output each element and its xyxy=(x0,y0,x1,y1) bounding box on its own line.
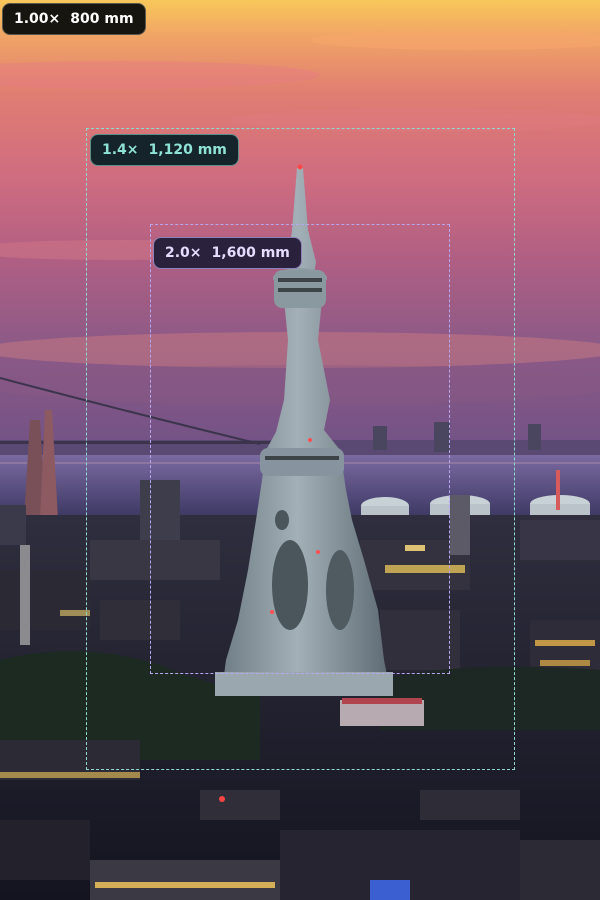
zoom-factor-label: 2.0× xyxy=(165,245,202,261)
photo-stage: 1.00× 800 mm 1.4× 1,120 mm 2.0× 1,600 mm xyxy=(0,0,600,900)
focal-length-label: 800 mm xyxy=(70,11,134,27)
zoom-badge-base: 1.00× 800 mm xyxy=(2,3,146,35)
zoom-factor-label: 1.00× xyxy=(14,11,61,27)
zoom-badge-1-4x: 1.4× 1,120 mm xyxy=(90,134,239,166)
focal-length-label: 1,120 mm xyxy=(148,142,227,158)
zoom-factor-label: 1.4× xyxy=(102,142,139,158)
zoom-badge-2-0x: 2.0× 1,600 mm xyxy=(153,237,302,269)
focal-length-label: 1,600 mm xyxy=(211,245,290,261)
crop-frame-2-0x xyxy=(150,224,450,674)
